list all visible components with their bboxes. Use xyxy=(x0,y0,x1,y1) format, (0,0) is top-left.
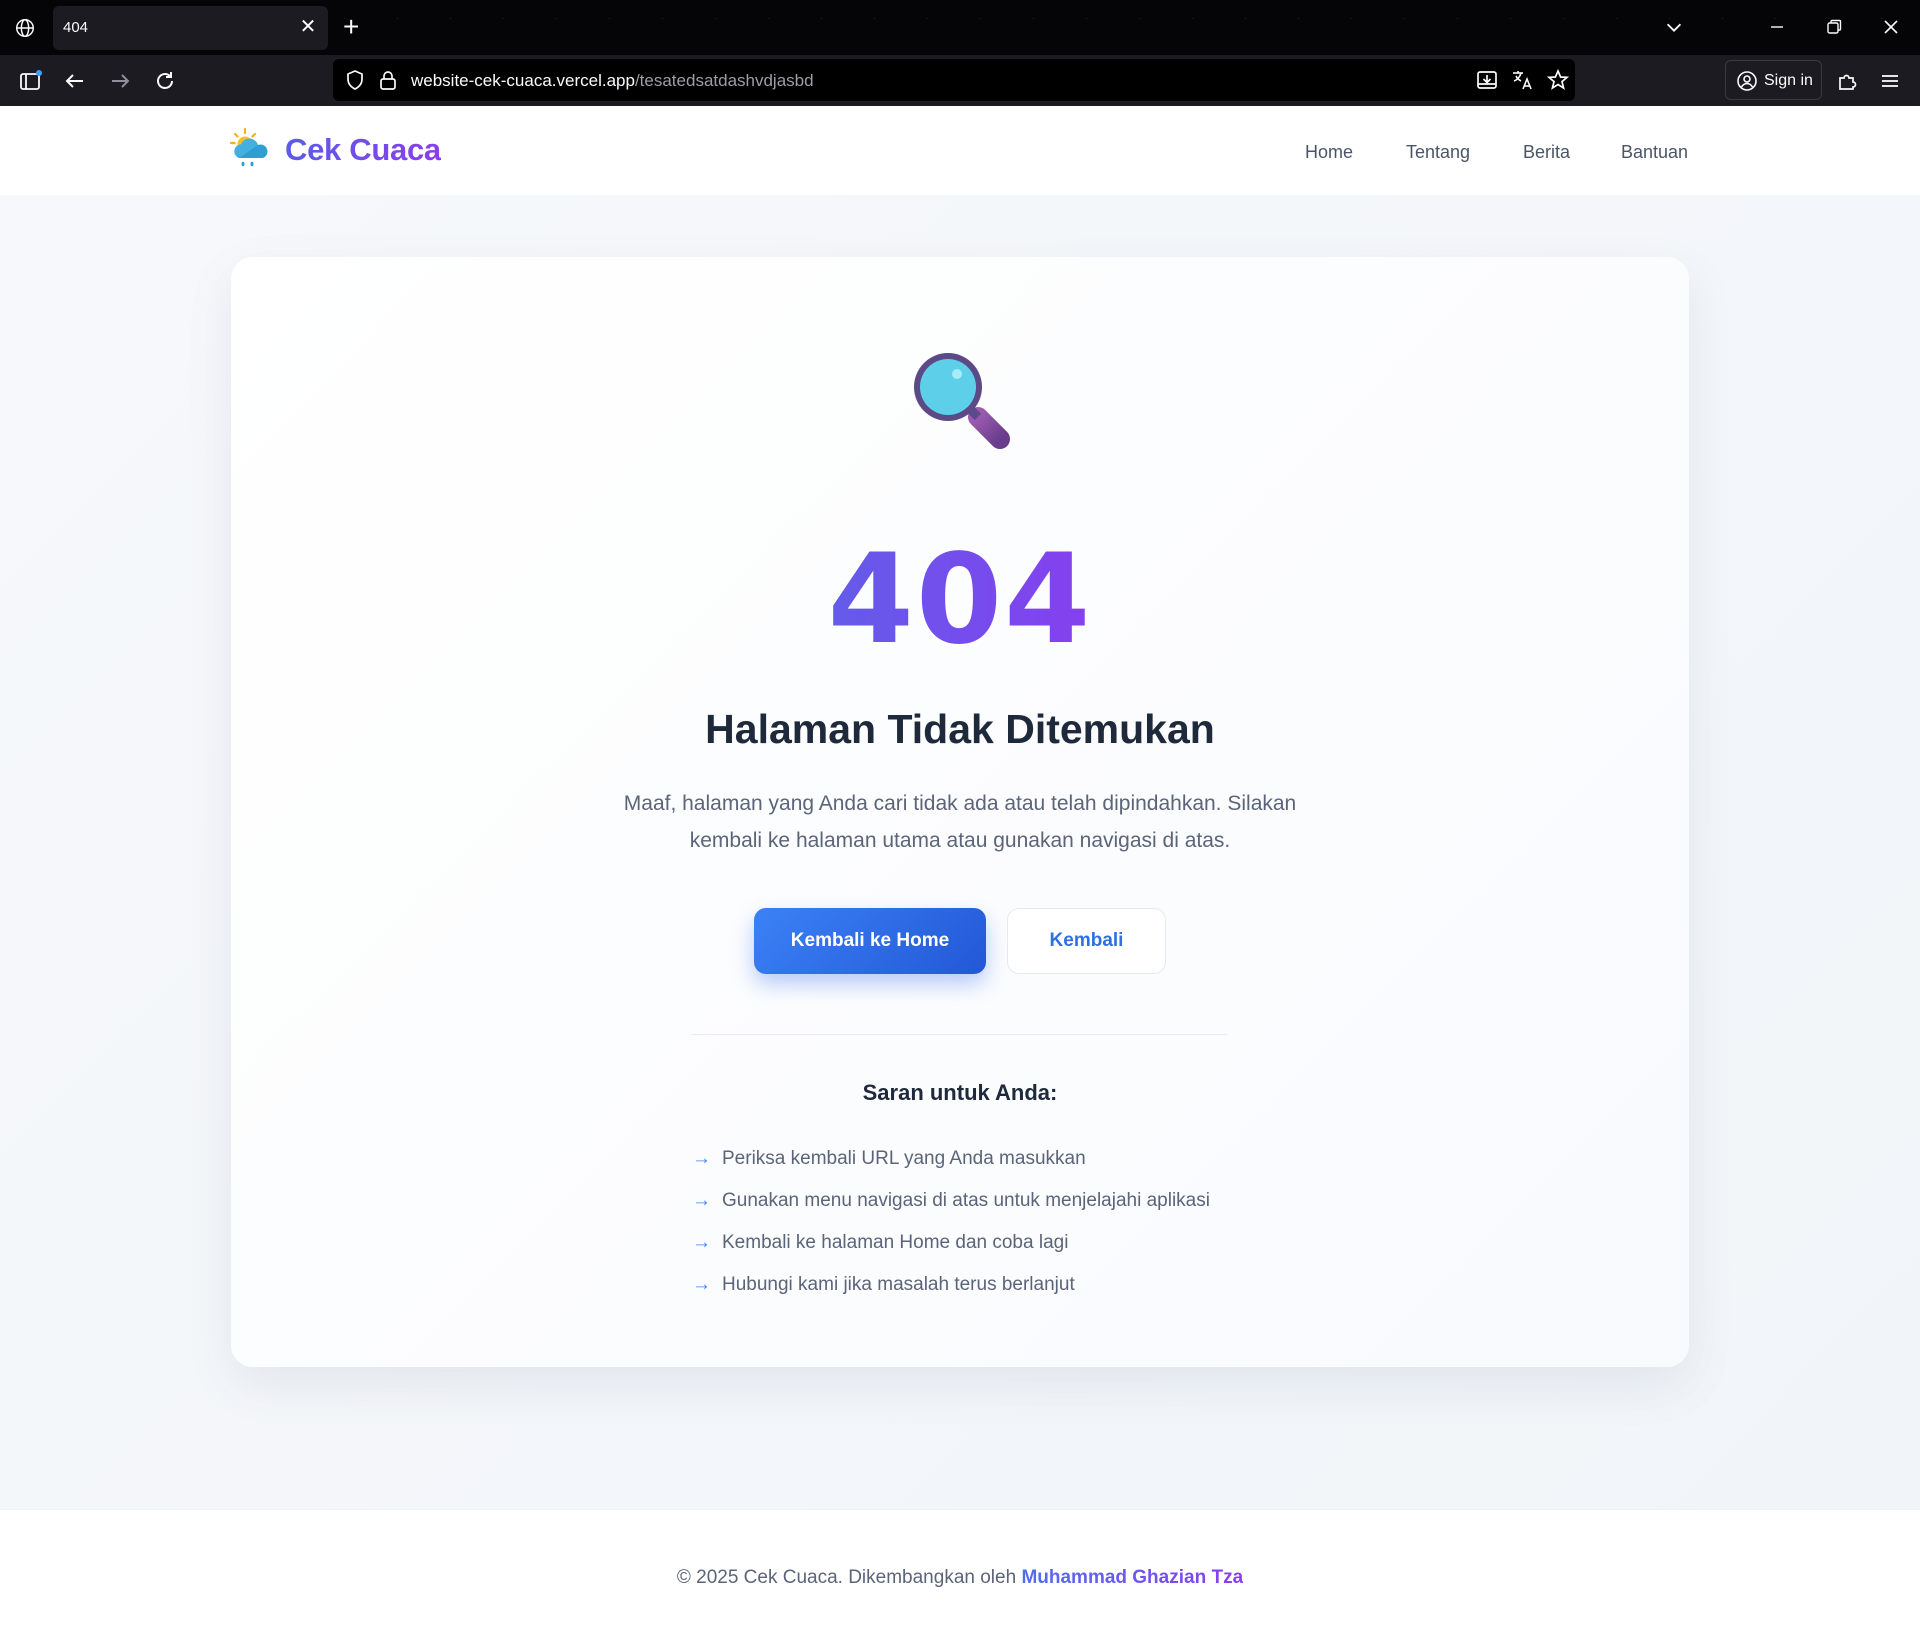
account-icon xyxy=(1737,71,1757,91)
back-icon[interactable] xyxy=(62,68,88,94)
url-path: /tesatedsatdashvdjasbd xyxy=(634,71,814,90)
url-text[interactable]: website-cek-cuaca.vercel.app/tesatedsatd… xyxy=(411,71,814,91)
brand-name[interactable]: Cek Cuaca xyxy=(285,132,441,168)
sun-cloud-rain-icon[interactable] xyxy=(228,126,272,170)
lock-icon[interactable] xyxy=(377,68,399,92)
browser-toolbar: website-cek-cuaca.vercel.app/tesatedsatd… xyxy=(0,55,1920,106)
browser-tab[interactable]: 404 ✕ xyxy=(53,6,328,50)
footer-text: © 2025 Cek Cuaca. Dikembangkan oleh Muha… xyxy=(0,1567,1920,1589)
arrow-right-icon: → xyxy=(692,1148,711,1169)
sign-in-button[interactable]: Sign in xyxy=(1725,60,1822,100)
menu-icon[interactable] xyxy=(1877,68,1903,94)
error-description-line: Maaf, halaman yang Anda cari tidak ada a… xyxy=(623,792,1297,815)
arrow-right-icon: → xyxy=(692,1190,711,1211)
sidebar-icon[interactable] xyxy=(17,68,43,94)
list-item: → Periksa kembali URL yang Anda masukkan xyxy=(692,1138,1312,1180)
suggestion-text: Periksa kembali URL yang Anda masukkan xyxy=(722,1148,1086,1169)
sign-in-label: Sign in xyxy=(1764,72,1813,89)
list-item: → Kembali ke halaman Home dan coba lagi xyxy=(692,1222,1312,1264)
divider xyxy=(692,1034,1227,1035)
forward-icon[interactable] xyxy=(107,68,133,94)
back-to-home-button[interactable]: Kembali ke Home xyxy=(754,908,986,974)
restore-icon[interactable] xyxy=(1825,18,1843,36)
tab-title: 404 xyxy=(63,19,89,36)
error-title: Halaman Tidak Ditemukan xyxy=(705,706,1215,752)
new-tab-icon[interactable]: + xyxy=(343,13,359,41)
error-description: Maaf, halaman yang Anda cari tidak ada a… xyxy=(580,785,1340,859)
chevron-down-icon[interactable] xyxy=(1663,16,1685,38)
nav-bantuan[interactable]: Bantuan xyxy=(1621,142,1688,163)
suggestion-text: Kembali ke halaman Home dan coba lagi xyxy=(722,1232,1069,1253)
nav-berita[interactable]: Berita xyxy=(1523,142,1570,163)
reload-icon[interactable] xyxy=(152,68,178,94)
list-item: → Hubungi kami jika masalah terus berlan… xyxy=(692,1264,1312,1306)
suggestions-title: Saran untuk Anda: xyxy=(862,1080,1058,1105)
shield-icon[interactable] xyxy=(343,68,367,92)
window-close-icon[interactable] xyxy=(1880,16,1902,38)
author-link[interactable]: Muhammad Ghazian Tza xyxy=(1021,1567,1243,1588)
browser-tab-bar: 404 ✕ + xyxy=(0,0,1920,55)
copyright-text: © 2025 Cek Cuaca. Dikembangkan oleh xyxy=(676,1567,1022,1588)
suggestion-text: Hubungi kami jika masalah terus berlanju… xyxy=(722,1274,1075,1295)
arrow-right-icon: → xyxy=(692,1274,711,1295)
site-header: Cek Cuaca Home Tentang Berita Bantuan xyxy=(0,106,1920,195)
save-page-icon[interactable] xyxy=(1475,68,1499,92)
magnifying-glass-icon xyxy=(914,353,1010,449)
url-domain: website-cek-cuaca.vercel.app xyxy=(411,71,635,90)
bookmark-star-icon[interactable] xyxy=(1546,68,1570,92)
nav-home[interactable]: Home xyxy=(1305,142,1353,163)
suggestions-list: → Periksa kembali URL yang Anda masukkan… xyxy=(692,1138,1312,1306)
translate-icon[interactable] xyxy=(1510,68,1534,92)
minimize-icon[interactable] xyxy=(1768,16,1786,38)
address-bar[interactable]: website-cek-cuaca.vercel.app/tesatedsatd… xyxy=(333,59,1575,101)
site-footer: © 2025 Cek Cuaca. Dikembangkan oleh Muha… xyxy=(0,1509,1920,1640)
arrow-right-icon: → xyxy=(692,1232,711,1253)
error-description-line: kembali ke halaman utama atau gunakan na… xyxy=(689,829,1231,852)
error-code: 404 xyxy=(760,525,1160,675)
tab-close-icon[interactable]: ✕ xyxy=(298,17,318,37)
extensions-icon[interactable] xyxy=(1834,68,1860,94)
globe-icon xyxy=(16,19,34,37)
list-item: → Gunakan menu navigasi di atas untuk me… xyxy=(692,1180,1312,1222)
nav-tentang[interactable]: Tentang xyxy=(1406,142,1470,163)
go-back-button[interactable]: Kembali xyxy=(1007,908,1166,974)
suggestion-text: Gunakan menu navigasi di atas untuk menj… xyxy=(722,1190,1210,1211)
